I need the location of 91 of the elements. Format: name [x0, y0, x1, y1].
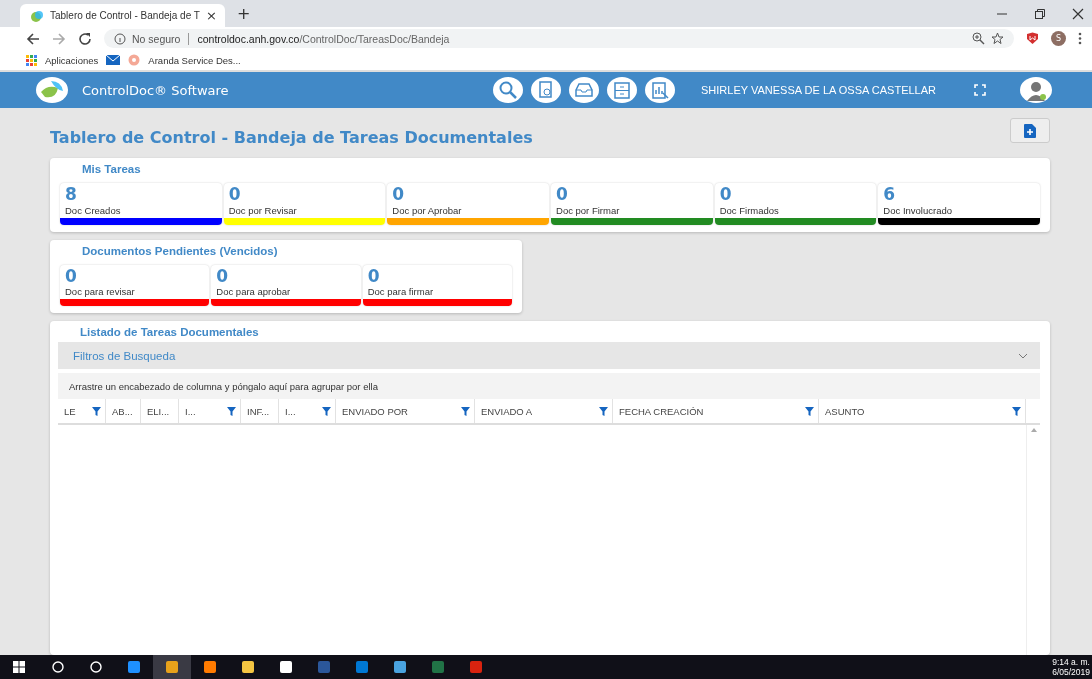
user-name: SHIRLEY VANESSA DE LA OSSA CASTELLAR — [701, 84, 936, 96]
report-button[interactable] — [645, 77, 675, 103]
column-header[interactable]: I... — [279, 399, 336, 424]
chevron-icon — [1018, 352, 1028, 359]
new-document-button[interactable] — [1010, 118, 1050, 143]
new-tab-button[interactable]: + — [237, 4, 251, 23]
restore-icon[interactable] — [1034, 7, 1046, 20]
fullscreen-icon[interactable] — [974, 84, 986, 96]
info-icon — [114, 32, 126, 45]
column-header[interactable]: ENVIADO A — [475, 399, 613, 424]
star-icon[interactable] — [991, 32, 1004, 45]
zoom-icon[interactable] — [972, 32, 985, 45]
counter-value: 0 — [366, 264, 381, 286]
chart-document-icon — [651, 81, 669, 99]
inbox-button[interactable] — [569, 77, 599, 103]
counter-value: 0 — [555, 183, 569, 204]
search-button[interactable] — [493, 77, 523, 103]
column-header[interactable]: LE — [58, 399, 106, 424]
more-icon[interactable] — [1078, 32, 1082, 45]
bookmark-link[interactable]: Aranda Service Des... — [148, 54, 241, 66]
counter-label: Doc Creados — [64, 203, 122, 218]
counter-label: Doc para aprobar — [215, 285, 292, 300]
apps-grid-icon[interactable] — [26, 54, 37, 66]
counter-card[interactable]: 0 Doc para revisar — [60, 264, 210, 307]
counter-value: 0 — [64, 264, 78, 286]
filters-title: Filtros de Busqueda — [73, 349, 176, 362]
page-title: Tablero de Control - Bandeja de Tareas Documentales — [50, 128, 533, 147]
counter-label: Doc Firmados — [718, 203, 780, 218]
close-icon[interactable] — [1072, 7, 1084, 20]
filter-icon[interactable] — [599, 406, 608, 416]
counter-label: Doc Involucrado — [882, 203, 953, 218]
filter-icon[interactable] — [805, 406, 814, 416]
counter-card[interactable]: 0 Doc Firmados — [714, 183, 877, 225]
counter-label: Doc por Revisar — [227, 203, 298, 218]
counter-card[interactable]: 0 Doc por Firmar — [551, 183, 713, 225]
add-file-icon — [1024, 123, 1036, 138]
counter-value: 6 — [882, 183, 897, 204]
logo-icon — [36, 77, 68, 103]
counter-value: 8 — [64, 183, 78, 204]
shield-icon[interactable] — [1026, 32, 1039, 45]
counter-card[interactable]: 0 Doc para aprobar — [211, 264, 361, 307]
column-header[interactable]: ENVIADO POR — [336, 399, 475, 424]
clock-date: 6/05/2019 — [1052, 667, 1090, 678]
document-search-button[interactable] — [531, 77, 561, 103]
counter-card[interactable]: 0 Doc para firmar — [362, 264, 512, 307]
reload-icon[interactable] — [78, 31, 92, 46]
counter-value: 0 — [215, 264, 230, 286]
profile-avatar[interactable]: S — [1051, 31, 1066, 46]
counter-label: Doc por Aprobar — [391, 203, 463, 218]
column-header[interactable]: AB... — [106, 399, 141, 424]
column-header[interactable]: ELI... — [141, 399, 179, 424]
panel-title: Mis Tareas — [81, 163, 142, 175]
user-avatar-icon[interactable] — [1020, 77, 1052, 103]
cabinet-icon — [614, 81, 630, 99]
counter-card[interactable]: 0 Doc por Revisar — [223, 183, 386, 225]
clock-time: 9:14 a. m. — [1052, 656, 1090, 667]
archive-button[interactable] — [607, 77, 637, 103]
group-hint: Arrastre un encabezado de columna y póngalo aquí para agrupar por ella — [69, 380, 378, 392]
filter-icon[interactable] — [92, 406, 101, 416]
filter-icon[interactable] — [322, 406, 331, 416]
counter-card[interactable]: 8 Doc Creados — [60, 183, 222, 225]
column-header[interactable]: ASUNTO — [819, 399, 1026, 424]
url-text: controldoc.anh.gov.co/ControlDoc/TareasDoc/Bandeja — [197, 32, 450, 45]
tray-icon — [575, 82, 593, 98]
filter-icon[interactable] — [461, 406, 470, 416]
browser-tab[interactable]: Tablero de Control - Bandeja de T × — [20, 4, 225, 27]
security-label: No seguro — [132, 32, 181, 45]
column-header[interactable]: FECHA CREACIÓN — [613, 399, 819, 424]
counter-value: 0 — [227, 183, 242, 204]
tab-title: Tablero de Control - Bandeja de T — [50, 10, 201, 21]
counter-label: Doc para revisar — [64, 285, 136, 300]
counter-value: 0 — [391, 183, 406, 204]
column-header[interactable]: I... — [179, 399, 241, 424]
counter-label: Doc para firmar — [366, 285, 435, 300]
logo-icon — [30, 8, 44, 23]
counter-card[interactable]: 6 Doc Involucrado — [878, 183, 1041, 225]
counter-label: Doc por Firmar — [555, 203, 621, 218]
start-icon[interactable] — [13, 661, 25, 673]
counter-value: 0 — [718, 183, 733, 204]
brand-name: ControlDoc® Software — [82, 82, 229, 98]
address-field[interactable]: No seguro controldoc.anh.gov.co/ControlDoc/TareasDoc/Bandeja — [104, 29, 1014, 48]
bookmark-link[interactable]: Aplicaciones — [45, 54, 99, 66]
scrollbar[interactable] — [1026, 425, 1040, 655]
panel-title: Documentos Pendientes (Vencidos) — [81, 244, 279, 257]
back-arrow-icon[interactable] — [26, 31, 40, 46]
close-tab-button[interactable]: × — [206, 8, 217, 23]
column-header[interactable]: INF... — [241, 399, 279, 424]
counter-card[interactable]: 0 Doc por Aprobar — [387, 183, 549, 225]
filter-icon[interactable] — [227, 406, 236, 416]
filter-icon[interactable] — [1012, 406, 1021, 416]
panel-title: Listado de Tareas Documentales — [79, 326, 260, 339]
